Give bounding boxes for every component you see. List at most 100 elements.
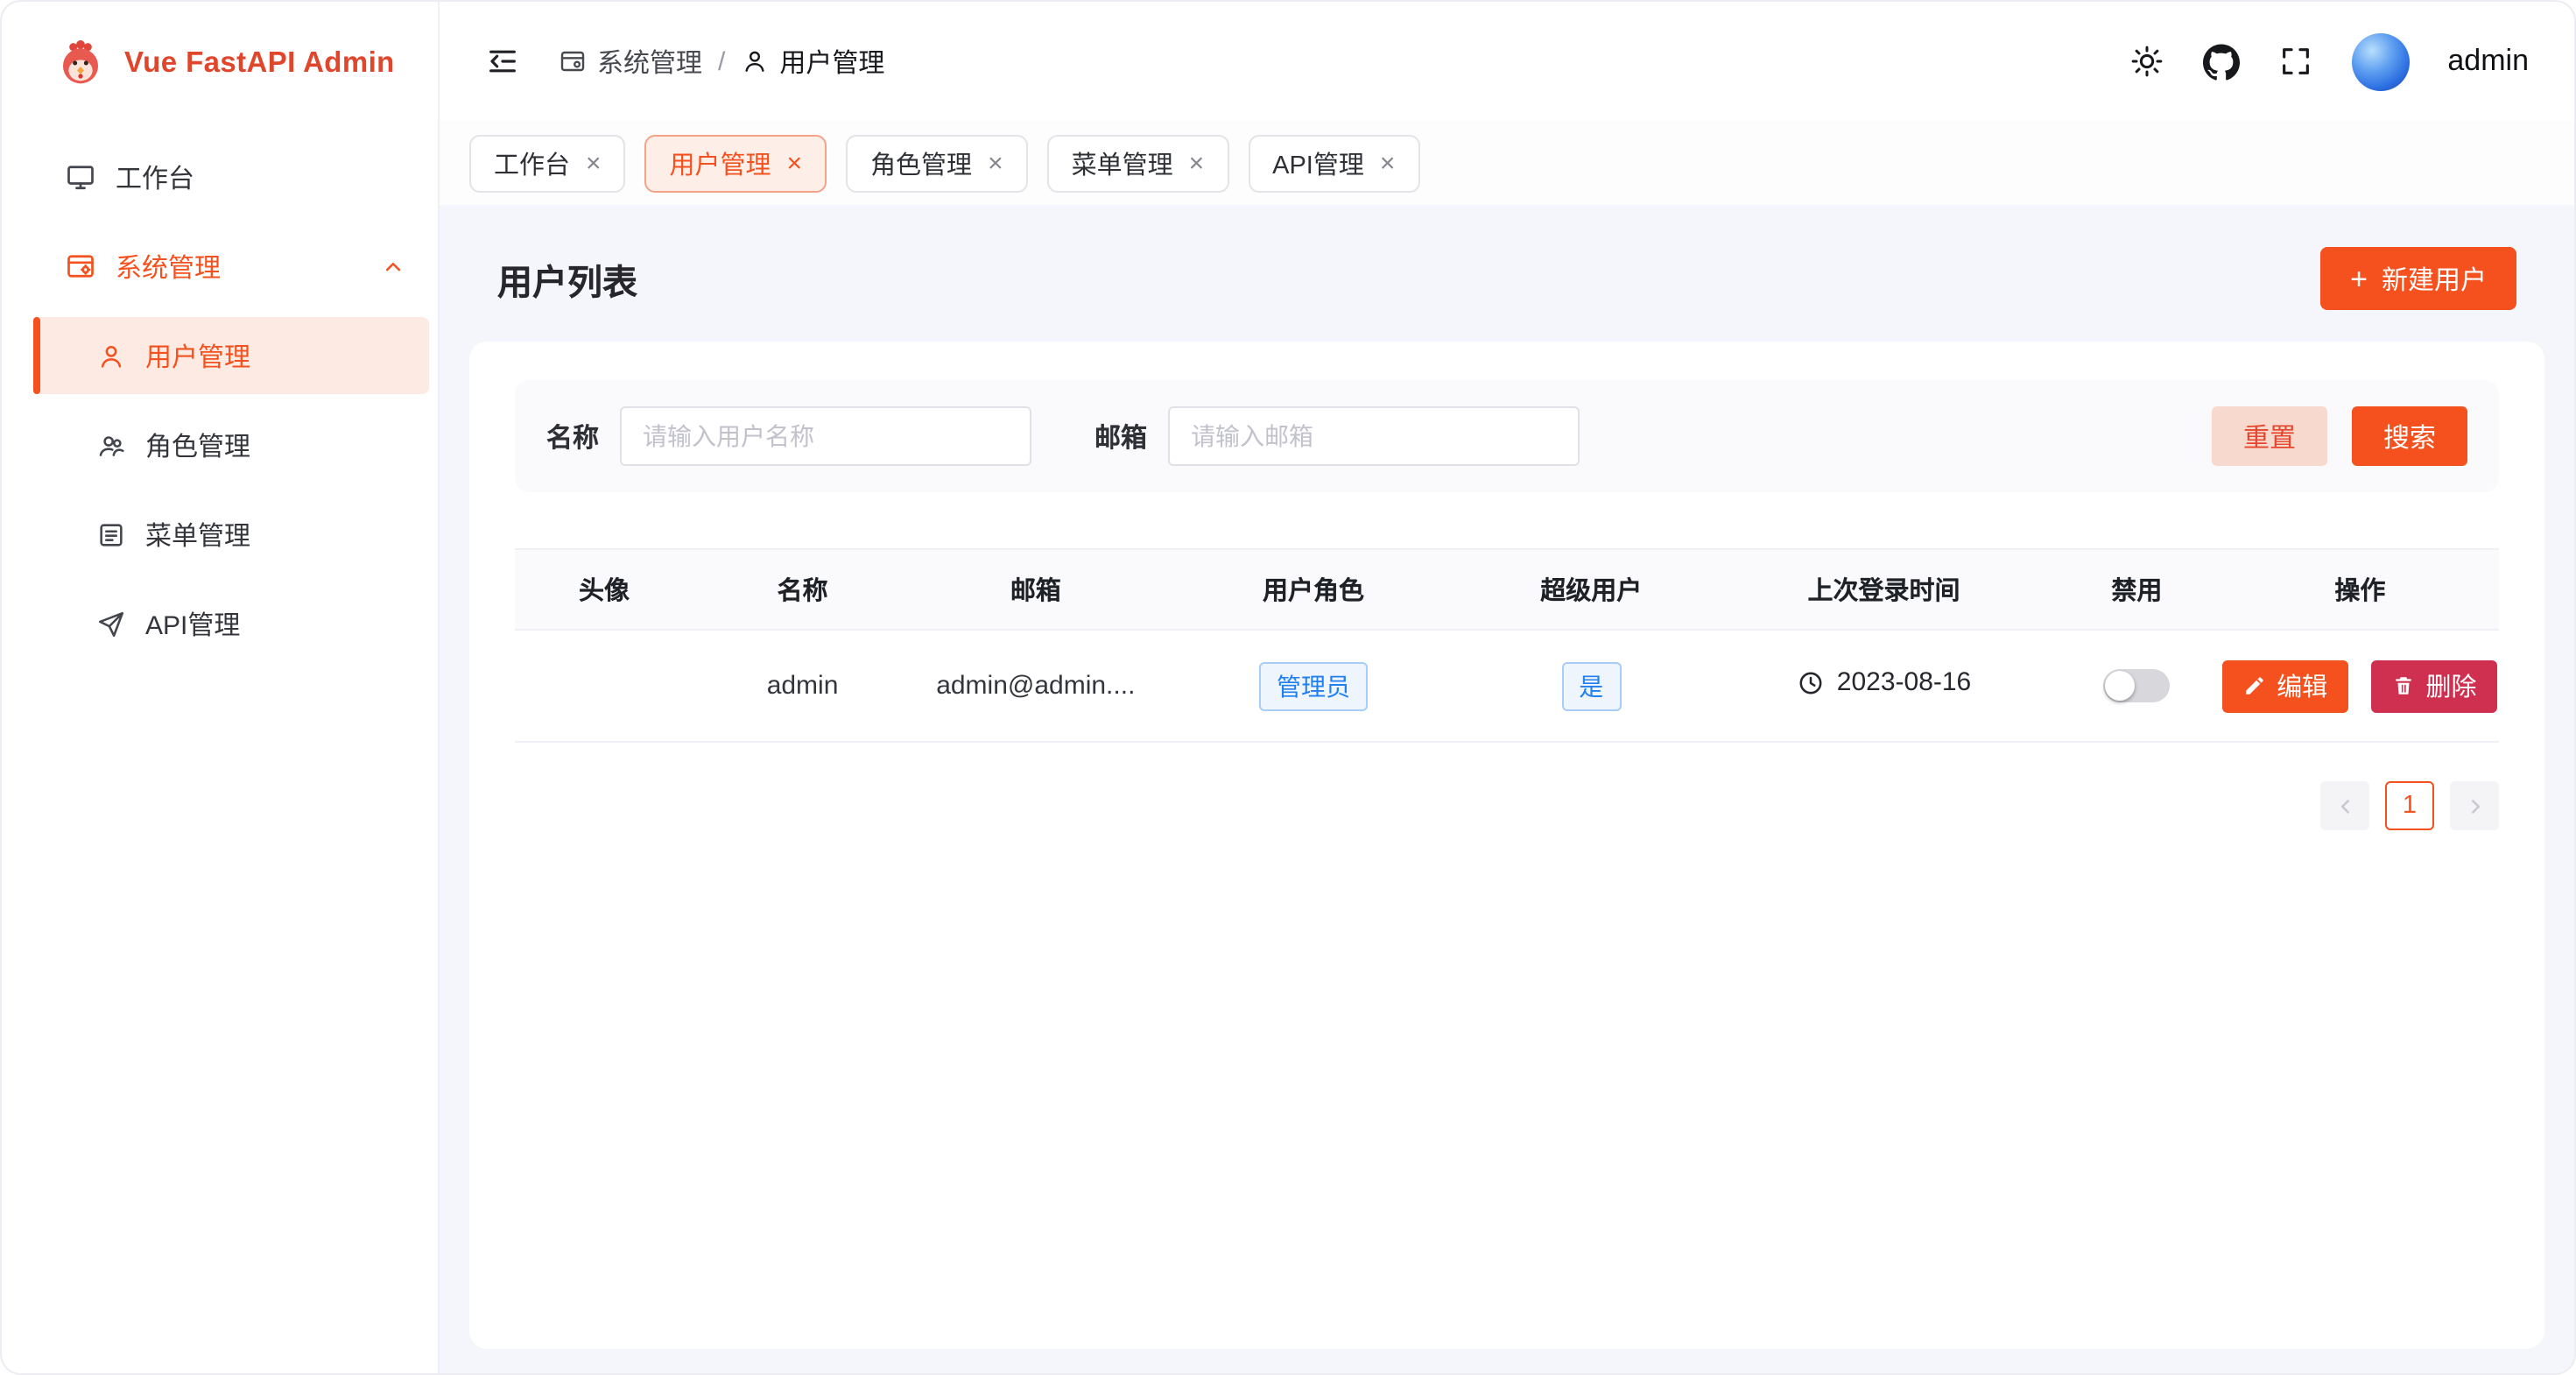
tab-workbench[interactable]: 工作台 × bbox=[469, 134, 626, 192]
breadcrumb: 系统管理 / 用户管理 bbox=[559, 43, 884, 80]
disabled-cell bbox=[2052, 630, 2221, 742]
col-disabled: 禁用 bbox=[2052, 549, 2221, 630]
tab-label: 菜单管理 bbox=[1072, 145, 1173, 181]
tab-api[interactable]: API管理 × bbox=[1248, 134, 1419, 192]
name-filter-label: 名称 bbox=[546, 418, 599, 455]
header-username[interactable]: admin bbox=[2447, 44, 2529, 79]
sidebar-item-label: 菜单管理 bbox=[145, 516, 250, 553]
tags-bar: 工作台 × 用户管理 × 角色管理 × 菜单管理 × API管理 × bbox=[440, 121, 2574, 205]
sidebar-item-label: 系统管理 bbox=[116, 248, 221, 285]
window-gear-icon bbox=[65, 250, 96, 282]
superuser-tag: 是 bbox=[1561, 661, 1621, 710]
theme-sun-icon[interactable] bbox=[2129, 44, 2164, 79]
breadcrumb-label: 系统管理 bbox=[597, 43, 702, 80]
close-icon[interactable]: × bbox=[586, 150, 602, 176]
sidebar: Vue FastAPI Admin 工作台 系统管理 bbox=[2, 2, 440, 1373]
page-content: 用户列表 + 新建用户 名称 邮箱 重置 搜索 bbox=[440, 205, 2574, 1373]
delete-label: 删除 bbox=[2426, 667, 2477, 704]
close-icon[interactable]: × bbox=[1189, 150, 1205, 176]
page-head: 用户列表 + 新建用户 bbox=[469, 233, 2544, 314]
tab-label: 工作台 bbox=[494, 145, 570, 181]
col-superuser: 超级用户 bbox=[1467, 549, 1715, 630]
clock-icon bbox=[1797, 669, 1825, 697]
delete-button[interactable]: 删除 bbox=[2372, 659, 2498, 712]
tab-label: 角色管理 bbox=[870, 145, 972, 181]
monitor-icon bbox=[65, 161, 96, 193]
window-gear-icon bbox=[559, 47, 587, 75]
sidebar-item-roles[interactable]: 角色管理 bbox=[33, 406, 429, 483]
breadcrumb-item-users[interactable]: 用户管理 bbox=[741, 43, 884, 80]
sidebar-item-label: 工作台 bbox=[116, 159, 194, 195]
sidebar-item-users[interactable]: 用户管理 bbox=[33, 317, 429, 394]
list-icon bbox=[96, 519, 126, 549]
sidebar-item-label: API管理 bbox=[145, 605, 240, 642]
breadcrumb-label: 用户管理 bbox=[779, 43, 884, 80]
tab-roles[interactable]: 角色管理 × bbox=[846, 134, 1028, 192]
user-avatar[interactable] bbox=[2351, 32, 2409, 90]
app-logo: Vue FastAPI Admin bbox=[2, 2, 438, 124]
sidebar-item-label: 角色管理 bbox=[145, 427, 250, 463]
filter-bar: 名称 邮箱 重置 搜索 bbox=[515, 380, 2499, 492]
menu-fold-icon[interactable] bbox=[485, 44, 520, 79]
name-filter-input[interactable] bbox=[620, 406, 1031, 466]
email-filter-input[interactable] bbox=[1168, 406, 1580, 466]
main-area: 系统管理 / 用户管理 bbox=[440, 2, 2574, 1373]
pencil-icon bbox=[2243, 674, 2266, 697]
role-cell: 管理员 bbox=[1159, 630, 1467, 742]
disabled-toggle[interactable] bbox=[2103, 669, 2170, 702]
sidebar-item-system[interactable]: 系统管理 bbox=[2, 228, 438, 305]
new-user-button[interactable]: + 新建用户 bbox=[2320, 247, 2516, 310]
reset-button[interactable]: 重置 bbox=[2212, 406, 2327, 466]
app-window: Vue FastAPI Admin 工作台 系统管理 bbox=[0, 0, 2576, 1375]
app-title: Vue FastAPI Admin bbox=[124, 46, 395, 80]
tab-menus[interactable]: 菜单管理 × bbox=[1047, 134, 1229, 192]
close-icon[interactable]: × bbox=[787, 150, 803, 176]
page-number-button[interactable]: 1 bbox=[2385, 781, 2434, 830]
sidebar-menu: 工作台 系统管理 bbox=[2, 124, 438, 674]
fullscreen-icon[interactable] bbox=[2277, 44, 2312, 79]
tab-users[interactable]: 用户管理 × bbox=[645, 134, 827, 192]
col-last-login: 上次登录时间 bbox=[1715, 549, 2052, 630]
plus-icon: + bbox=[2350, 264, 2368, 293]
col-role: 用户角色 bbox=[1159, 549, 1467, 630]
prev-page-button[interactable] bbox=[2320, 781, 2369, 830]
person-icon bbox=[741, 47, 769, 75]
col-email: 邮箱 bbox=[911, 549, 1159, 630]
sidebar-item-menus[interactable]: 菜单管理 bbox=[33, 496, 429, 573]
search-button[interactable]: 搜索 bbox=[2352, 406, 2467, 466]
col-name: 名称 bbox=[693, 549, 911, 630]
email-filter-label: 邮箱 bbox=[1094, 418, 1147, 455]
next-page-button[interactable] bbox=[2450, 781, 2499, 830]
rooster-icon bbox=[54, 37, 107, 89]
github-icon[interactable] bbox=[2202, 43, 2239, 80]
actions-cell: 编辑 删除 bbox=[2221, 630, 2499, 742]
sidebar-item-api[interactable]: API管理 bbox=[33, 585, 429, 662]
last-login-value: 2023-08-16 bbox=[1837, 668, 1971, 698]
scale-wrapper: Vue FastAPI Admin 工作台 系统管理 bbox=[0, 0, 2576, 1375]
superuser-cell: 是 bbox=[1467, 630, 1715, 742]
avatar-cell bbox=[515, 630, 693, 742]
sidebar-item-workbench[interactable]: 工作台 bbox=[2, 138, 438, 215]
name-cell: admin bbox=[693, 630, 911, 742]
close-icon[interactable]: × bbox=[1380, 150, 1396, 176]
chevron-up-icon bbox=[380, 253, 406, 279]
role-tag: 管理员 bbox=[1259, 661, 1368, 710]
edit-button[interactable]: 编辑 bbox=[2222, 659, 2348, 712]
col-actions: 操作 bbox=[2221, 549, 2499, 630]
trash-icon bbox=[2393, 674, 2416, 697]
tab-label: API管理 bbox=[1272, 145, 1364, 181]
person-icon bbox=[96, 341, 126, 370]
breadcrumb-item-system[interactable]: 系统管理 bbox=[559, 43, 702, 80]
last-login-cell: 2023-08-16 bbox=[1715, 630, 2052, 742]
top-header: 系统管理 / 用户管理 bbox=[440, 2, 2574, 121]
edit-label: 编辑 bbox=[2277, 667, 2327, 704]
table-row: admin admin@admin.... 管理员 是 bbox=[515, 630, 2499, 742]
page-title: 用户列表 bbox=[497, 253, 637, 304]
users-table: 头像 名称 邮箱 用户角色 超级用户 上次登录时间 禁用 操作 bbox=[515, 548, 2499, 743]
close-icon[interactable]: × bbox=[988, 150, 1003, 176]
new-user-label: 新建用户 bbox=[2382, 260, 2487, 297]
rocket-icon bbox=[96, 609, 126, 638]
table-header-row: 头像 名称 邮箱 用户角色 超级用户 上次登录时间 禁用 操作 bbox=[515, 549, 2499, 630]
breadcrumb-separator: / bbox=[718, 46, 725, 76]
pagination: 1 bbox=[515, 781, 2499, 830]
